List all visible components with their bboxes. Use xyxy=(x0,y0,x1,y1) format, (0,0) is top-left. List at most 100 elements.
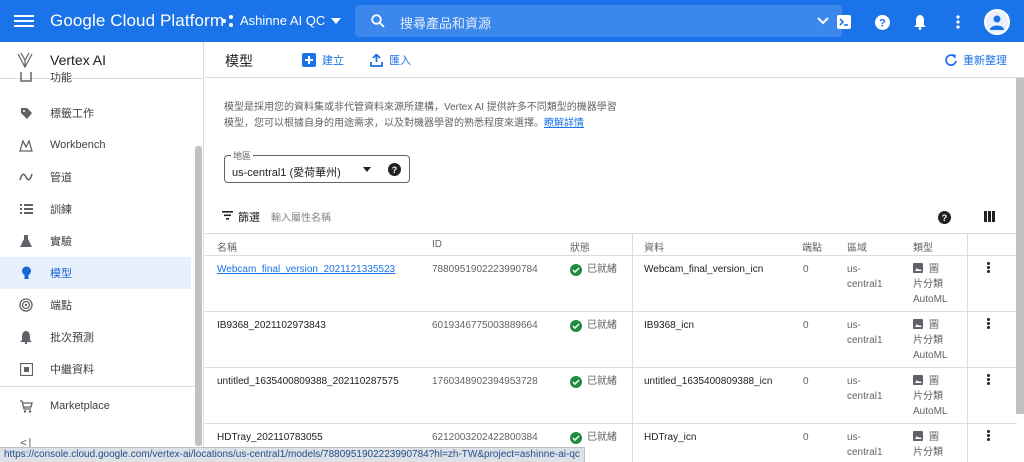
sidebar-item-labeling[interactable]: 標籤工作 xyxy=(0,97,191,129)
page-description: 模型是採用您的資料集或非代管資料來源所建構，Vertex AI 提供許多不同類型… xyxy=(224,100,664,132)
sidebar-item-label: 中繼資料 xyxy=(50,364,94,376)
import-button[interactable]: 匯入 xyxy=(370,52,411,68)
status-text: 已就緒 xyxy=(587,264,617,275)
region-line-1: us- xyxy=(847,264,861,275)
cloud-shell-icon[interactable] xyxy=(832,10,856,34)
project-name: Ashinne AI QC xyxy=(240,13,326,28)
image-icon xyxy=(913,431,923,441)
main-scrollbar[interactable] xyxy=(1016,78,1024,414)
learn-more-link[interactable]: 瞭解詳情 xyxy=(544,118,584,129)
sidebar-item-metadata[interactable]: 中繼資料 xyxy=(0,353,191,385)
user-avatar[interactable] xyxy=(984,9,1010,35)
status-text: 已就緒 xyxy=(587,320,617,331)
chevron-down-icon xyxy=(331,17,342,24)
type-line-1: 圖 xyxy=(913,262,939,277)
menu-hamburger-icon[interactable] xyxy=(14,12,34,30)
model-name[interactable]: HDTray_202110783055 xyxy=(217,430,323,445)
refresh-icon xyxy=(945,54,957,66)
refresh-button-label: 重新整理 xyxy=(963,55,1007,67)
dataset-name: Webcam_final_version_icn xyxy=(644,264,764,275)
model-name-link[interactable]: Webcam_final_version_2021121335523 xyxy=(217,262,395,277)
image-icon xyxy=(913,319,923,329)
bell-icon xyxy=(18,329,34,345)
region-line-2: central1 xyxy=(847,447,883,458)
help-icon[interactable]: ? xyxy=(388,163,401,176)
create-button[interactable]: 建立 xyxy=(302,52,344,68)
model-id: 6019346775003889664 xyxy=(432,320,538,331)
status-badge: 已就緒 xyxy=(570,318,617,333)
training-list-icon xyxy=(18,201,34,217)
marketplace-cart-icon xyxy=(18,398,34,414)
help-icon[interactable]: ? xyxy=(938,211,951,224)
type-line-3: AutoML xyxy=(913,406,948,417)
endpoint-count: 0 xyxy=(803,432,809,443)
link-preview-statusbar: https://console.cloud.google.com/vertex-… xyxy=(0,447,585,462)
notifications-bell-icon[interactable] xyxy=(908,10,932,34)
experiment-flask-icon xyxy=(18,233,34,249)
region-line-2: central1 xyxy=(847,335,883,346)
main-header: 模型 建立 匯入 重新整理 xyxy=(205,42,1024,78)
row-more-menu-icon[interactable] xyxy=(985,429,991,443)
dropdown-caret-icon xyxy=(363,167,371,172)
search-bar[interactable]: 搜尋產品和資源 xyxy=(355,5,842,37)
type-text: 圖 xyxy=(929,264,939,275)
region-select[interactable]: 地區 us-central1 (愛荷華州) ? xyxy=(224,149,410,183)
sidebar-item-label: 功能 xyxy=(50,72,72,84)
sidebar: Vertex AI 功能 標籤工作 Workbench 管道 訓練 實驗 模型 … xyxy=(0,42,204,462)
more-vert-icon[interactable] xyxy=(946,10,970,34)
type-text: 圖 xyxy=(929,432,939,443)
sidebar-item-features[interactable]: 功能 xyxy=(0,72,191,88)
filter-label: 篩選 xyxy=(238,212,260,224)
filter-bar: 篩選 輸入屬性名稱 ? xyxy=(205,204,1024,230)
description-line-1: 模型是採用您的資料集或非代管資料來源所建構，Vertex AI 提供許多不同類型… xyxy=(224,102,617,113)
sidebar-item-label: 標籤工作 xyxy=(50,108,94,120)
region-line-1: us- xyxy=(847,376,861,387)
model-name[interactable]: IB9368_2021102973843 xyxy=(217,318,326,333)
row-more-menu-icon[interactable] xyxy=(985,261,991,275)
filter-list-icon xyxy=(222,211,233,220)
refresh-button[interactable]: 重新整理 xyxy=(945,52,1007,68)
row-more-menu-icon[interactable] xyxy=(985,373,991,387)
brand-title[interactable]: Google Cloud Platform xyxy=(50,11,224,31)
status-text: 已就緒 xyxy=(587,376,617,387)
sidebar-item-workbench[interactable]: Workbench xyxy=(0,129,191,161)
type-line-2: 片分類 xyxy=(913,447,943,458)
check-circle-icon xyxy=(570,431,582,444)
table-divider xyxy=(205,233,1017,234)
column-display-icon[interactable] xyxy=(984,211,995,222)
description-line-2: 模型，您可以根據自身的用途需求，以及對機器學習的熟悉程度來選擇。 xyxy=(224,118,544,129)
check-circle-icon xyxy=(570,319,582,332)
sidebar-item-label: 實驗 xyxy=(50,236,72,248)
filter-input[interactable]: 輸入屬性名稱 xyxy=(271,209,331,224)
add-box-icon xyxy=(302,53,316,67)
type-line-3: AutoML xyxy=(913,350,948,361)
status-badge: 已就緒 xyxy=(570,374,617,389)
sidebar-scrollbar[interactable] xyxy=(195,146,202,446)
type-line-2: 片分類 xyxy=(913,279,943,290)
endpoint-count: 0 xyxy=(803,264,809,275)
sidebar-item-experiments[interactable]: 實驗 xyxy=(0,225,191,257)
sidebar-item-endpoints[interactable]: 端點 xyxy=(0,289,191,321)
model-id: 7880951902223990784 xyxy=(432,264,538,275)
sidebar-item-marketplace[interactable]: Marketplace xyxy=(0,390,191,422)
model-id: 1760348902394953728 xyxy=(432,376,538,387)
model-name[interactable]: untitled_1635400809388_202110287575 xyxy=(217,374,399,389)
svg-text:?: ? xyxy=(879,17,886,29)
help-icon[interactable]: ? xyxy=(870,10,894,34)
type-text: 圖 xyxy=(929,320,939,331)
endpoint-count: 0 xyxy=(803,376,809,387)
type-line-3: AutoML xyxy=(913,294,948,305)
project-selector[interactable]: Ashinne AI QC xyxy=(222,13,342,28)
search-expand-chevron-icon[interactable] xyxy=(817,17,829,25)
sidebar-item-batch-predictions[interactable]: 批次預測 xyxy=(0,321,191,353)
sidebar-item-label: 訓練 xyxy=(50,204,72,216)
sidebar-item-training[interactable]: 訓練 xyxy=(0,193,191,225)
sidebar-item-pipelines[interactable]: 管道 xyxy=(0,161,191,193)
table-row: untitled_1635400809388_202110287575 1760… xyxy=(205,368,1017,424)
row-more-menu-icon[interactable] xyxy=(985,317,991,331)
sidebar-item-models[interactable]: 模型 xyxy=(0,257,191,289)
label-tag-icon xyxy=(18,105,34,121)
image-icon xyxy=(913,263,923,273)
type-line-1: 圖 xyxy=(913,374,939,389)
sidebar-item-label: 端點 xyxy=(50,300,72,312)
